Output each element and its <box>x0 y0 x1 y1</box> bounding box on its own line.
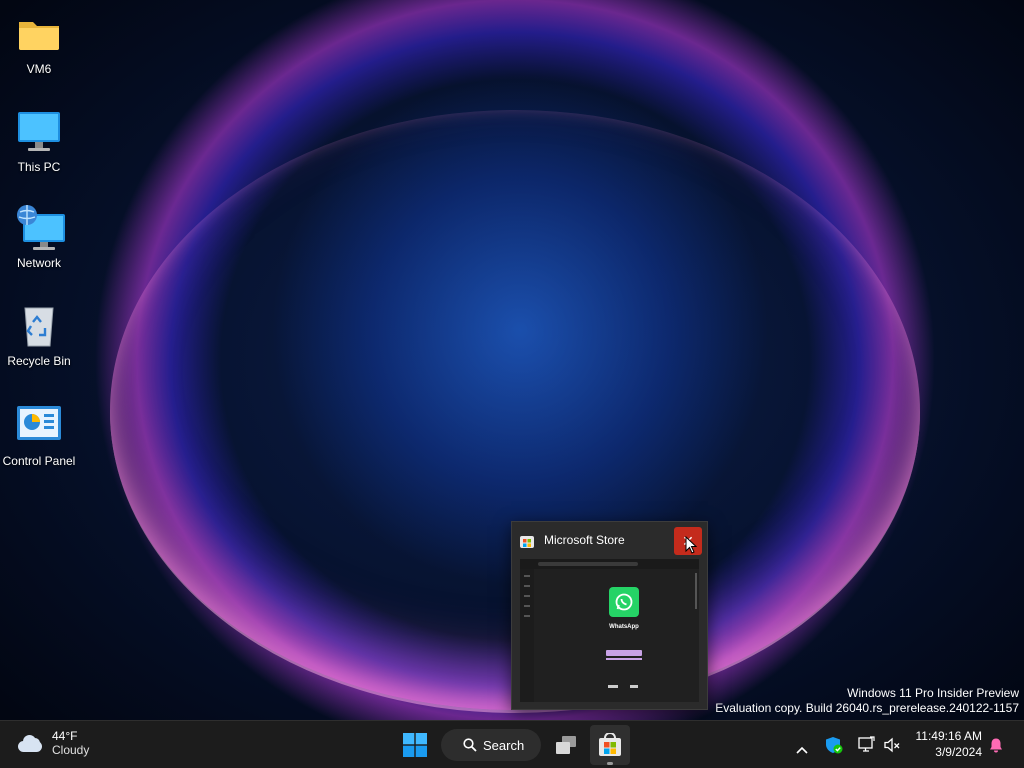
preview-rating <box>608 685 618 688</box>
task-view-button[interactable] <box>546 725 586 765</box>
running-indicator <box>607 762 613 765</box>
search-label: Search <box>483 737 525 753</box>
desktop-icon-control-panel[interactable]: Control Panel <box>0 402 78 468</box>
windows-security-icon <box>825 736 843 754</box>
weather-widget[interactable]: 44°F Cloudy <box>16 729 89 757</box>
clock-date: 3/9/2024 <box>935 745 982 759</box>
control-panel-icon <box>15 402 63 450</box>
clock[interactable]: 11:49:16 AM 3/9/2024 <box>916 728 983 760</box>
preview-sidebar <box>520 569 534 702</box>
preview-get-button <box>606 650 642 656</box>
clock-time: 11:49:16 AM <box>915 729 983 743</box>
search-box[interactable]: Search <box>441 729 541 761</box>
mouse-cursor-icon <box>685 535 698 554</box>
network-icon <box>15 204 65 252</box>
chevron-up-icon <box>796 741 808 754</box>
preview-scrollbar <box>695 573 697 609</box>
network-status-icon <box>857 736 875 754</box>
microsoft-store-icon <box>598 732 622 757</box>
desktop-icon-recycle-bin[interactable]: Recycle Bin <box>0 302 78 368</box>
desktop-icon-label: This PC <box>17 160 61 174</box>
taskbar: 44°F Cloudy Search 11:49:16 AM 3/9/2024 <box>0 720 1024 768</box>
computer-icon <box>15 108 63 156</box>
weather-condition: Cloudy <box>52 743 90 757</box>
watermark-line2: Evaluation copy. Build 26040.rs_prerelea… <box>715 701 1019 715</box>
desktop-icon-label: VM6 <box>26 62 52 76</box>
desktop-icon-network[interactable]: Network <box>0 204 78 270</box>
windows-logo-icon <box>403 733 427 757</box>
preview-titlebar <box>520 559 699 569</box>
taskbar-app-microsoft-store[interactable] <box>590 725 630 765</box>
windows-security-tray[interactable] <box>822 721 846 768</box>
window-preview[interactable]: WhatsApp <box>520 559 699 702</box>
task-view-icon <box>555 735 577 755</box>
search-icon <box>463 738 477 752</box>
desktop-icon-this-pc[interactable]: This PC <box>0 108 78 174</box>
preview-app-name: WhatsApp <box>609 624 639 630</box>
speaker-muted-icon <box>883 736 901 754</box>
volume-tray[interactable] <box>880 721 904 768</box>
taskbar-thumbnail-popup[interactable]: Microsoft Store ✕ WhatsApp <box>511 521 708 710</box>
desktop-icon-label: Network <box>16 256 61 270</box>
popup-title: Microsoft Store <box>544 533 625 547</box>
folder-icon <box>15 10 63 58</box>
weather-temp: 44°F <box>52 729 78 743</box>
preview-sub-link <box>606 658 642 660</box>
desktop-icon-label: Control Panel <box>2 454 76 468</box>
build-watermark: Windows 11 Pro Insider Preview Evaluatio… <box>715 686 1019 716</box>
desktop-icon-vm6[interactable]: VM6 <box>0 10 78 76</box>
show-hidden-icons-button[interactable] <box>790 721 814 768</box>
recycle-bin-icon <box>15 302 63 350</box>
start-button[interactable] <box>395 725 435 765</box>
desktop-icon-label: Recycle Bin <box>7 354 71 368</box>
bell-icon <box>988 737 1004 753</box>
notification-center-button[interactable] <box>986 721 1006 768</box>
whatsapp-icon <box>609 587 639 617</box>
preview-search-box <box>538 562 638 566</box>
preview-age-rating <box>630 685 638 688</box>
network-tray[interactable] <box>854 721 878 768</box>
watermark-line1: Windows 11 Pro Insider Preview <box>847 686 1019 700</box>
microsoft-store-icon <box>520 534 534 548</box>
cloud-icon <box>16 733 44 753</box>
